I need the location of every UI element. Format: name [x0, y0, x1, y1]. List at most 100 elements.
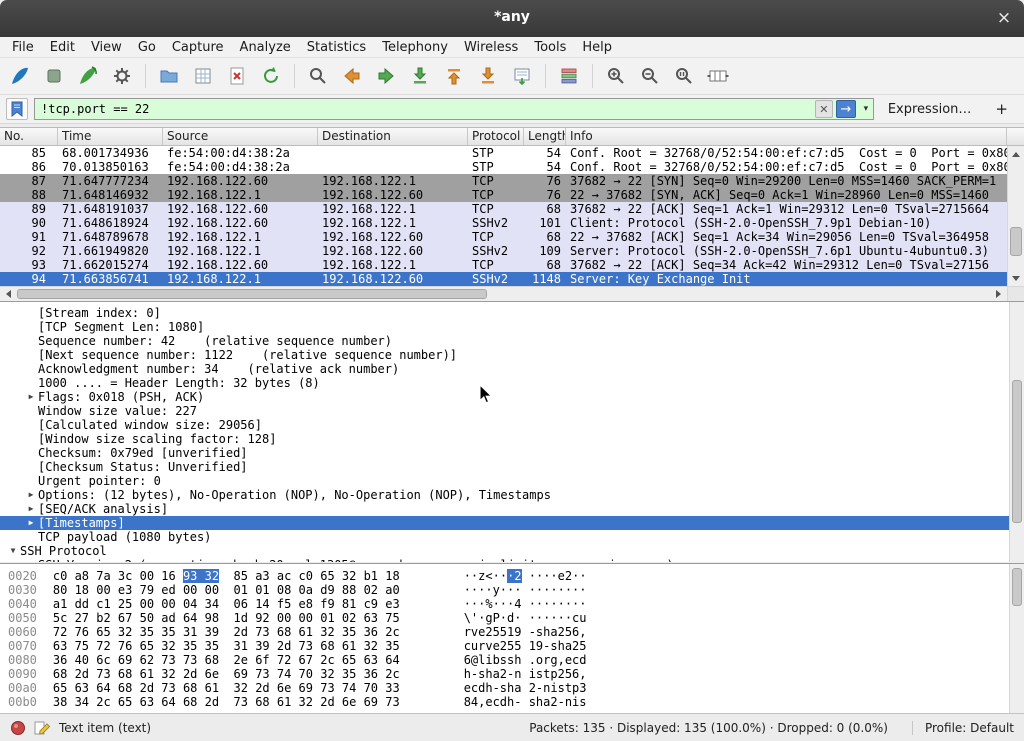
hex-row-00a0[interactable]: 00a065 63 64 68 2d 73 68 61 32 2d 6e 69 …: [8, 681, 1024, 695]
hex-ascii[interactable]: 6@libssh .org,ecd: [464, 653, 587, 667]
hex-ascii[interactable]: h-sha2-n istp256,: [464, 667, 587, 681]
zoom-normal-button[interactable]: [668, 61, 700, 91]
detail-line[interactable]: Checksum: 0x79ed [unverified]: [0, 446, 1024, 460]
column-header-length[interactable]: Length: [524, 128, 566, 145]
expression-button[interactable]: Expression…: [880, 102, 980, 117]
packet-row-89[interactable]: 8971.648191037192.168.122.60192.168.122.…: [0, 202, 1007, 216]
go-forward-button[interactable]: [370, 61, 402, 91]
stop-capture-button[interactable]: [38, 61, 70, 91]
detail-line[interactable]: ▶[SEQ/ACK analysis]: [0, 502, 1024, 516]
expert-info-icon[interactable]: [10, 720, 26, 736]
capture-comment-icon[interactable]: [34, 720, 51, 736]
packet-row-90[interactable]: 9071.648618924192.168.122.60192.168.122.…: [0, 216, 1007, 230]
scroll-right-icon[interactable]: [992, 287, 1007, 302]
column-header-protocol[interactable]: Protocol: [468, 128, 524, 145]
detail-line[interactable]: ▼SSH Protocol: [0, 544, 1024, 558]
menu-go[interactable]: Go: [130, 38, 164, 57]
packet-row-85[interactable]: 8568.001734936fe:54:00:d4:38:2aSTP54Conf…: [0, 146, 1007, 160]
go-to-first-button[interactable]: [438, 61, 470, 91]
column-header-info[interactable]: Info: [566, 128, 1007, 145]
hscroll-thumb[interactable]: [17, 289, 487, 299]
detail-line[interactable]: Acknowledgment number: 34 (relative ack …: [0, 362, 1024, 376]
hex-row-00b0[interactable]: 00b038 34 2c 65 63 64 68 2d 73 68 61 32 …: [8, 695, 1024, 709]
hex-row-0030[interactable]: 003080 18 00 e3 79 ed 00 00 01 01 08 0a …: [8, 583, 1024, 597]
detail-line[interactable]: [Checksum Status: Unverified]: [0, 460, 1024, 474]
expander-icon[interactable]: ▶: [24, 488, 38, 502]
filter-apply-icon[interactable]: →: [836, 100, 856, 118]
filter-dropdown-icon[interactable]: ▾: [859, 104, 873, 114]
packet-list-hscrollbar[interactable]: [0, 286, 1007, 301]
scroll-left-icon[interactable]: [0, 287, 15, 302]
expander-icon[interactable]: ▼: [6, 544, 20, 558]
column-header-time[interactable]: Time: [58, 128, 163, 145]
hex-row-0040[interactable]: 0040a1 dd c1 25 00 00 04 34 06 14 f5 e8 …: [8, 597, 1024, 611]
zoom-in-button[interactable]: [600, 61, 632, 91]
close-button[interactable]: ×: [992, 7, 1016, 29]
go-back-button[interactable]: [336, 61, 368, 91]
hex-ascii[interactable]: ····y··· ········: [464, 583, 587, 597]
menu-wireless[interactable]: Wireless: [456, 38, 526, 57]
start-capture-button[interactable]: [4, 61, 36, 91]
detail-line[interactable]: TCP payload (1080 bytes): [0, 530, 1024, 544]
filter-input[interactable]: !tcp.port == 22 ✕ → ▾: [34, 98, 874, 120]
hex-ascii[interactable]: ··z<···2 ····e2··: [464, 569, 587, 583]
menu-tools[interactable]: Tools: [526, 38, 574, 57]
detail-line[interactable]: Window size value: 227: [0, 404, 1024, 418]
expander-icon[interactable]: ▶: [24, 516, 38, 530]
hex-ascii[interactable]: 84,ecdh- sha2-nis: [464, 695, 587, 709]
expander-icon[interactable]: ▶: [24, 502, 38, 516]
resize-columns-button[interactable]: [702, 61, 734, 91]
detail-line[interactable]: ▶[Timestamps]: [0, 516, 1024, 530]
packet-row-87[interactable]: 8771.647777234192.168.122.60192.168.122.…: [0, 174, 1007, 188]
restart-capture-button[interactable]: [72, 61, 104, 91]
menu-help[interactable]: Help: [574, 38, 620, 57]
detail-line[interactable]: [Calculated window size: 29056]: [0, 418, 1024, 432]
go-to-last-button[interactable]: [472, 61, 504, 91]
go-to-packet-button[interactable]: [404, 61, 436, 91]
reload-file-button[interactable]: [255, 61, 287, 91]
filter-bookmark-button[interactable]: [6, 98, 28, 120]
packet-row-92[interactable]: 9271.661949820192.168.122.1192.168.122.6…: [0, 244, 1007, 258]
column-header-no[interactable]: No.: [0, 128, 58, 145]
detail-line[interactable]: [Stream index: 0]: [0, 306, 1024, 320]
open-file-button[interactable]: [153, 61, 185, 91]
vscroll-thumb[interactable]: [1010, 227, 1022, 256]
detail-line[interactable]: SSH Version 2 (encryption:chacha20-poly1…: [0, 558, 1024, 562]
hex-bytes[interactable]: 63 75 72 76 65 32 35 35 31 39 2d 73 68 6…: [53, 639, 400, 653]
packet-row-91[interactable]: 9171.648789678192.168.122.1192.168.122.6…: [0, 230, 1007, 244]
expander-icon[interactable]: ▶: [24, 390, 38, 404]
packet-row-88[interactable]: 8871.648146932192.168.122.1192.168.122.6…: [0, 188, 1007, 202]
vscroll-track[interactable]: [1008, 160, 1024, 272]
hex-bytes[interactable]: a1 dd c1 25 00 00 04 34 06 14 f5 e8 f9 8…: [53, 597, 400, 611]
packet-row-93[interactable]: 9371.662015274192.168.122.60192.168.122.…: [0, 258, 1007, 272]
hscroll-track[interactable]: [15, 287, 992, 301]
hex-ascii[interactable]: \'·gP·d· ······cu: [464, 611, 587, 625]
packet-list-vscrollbar[interactable]: [1007, 146, 1024, 286]
detail-line[interactable]: Sequence number: 42 (relative sequence n…: [0, 334, 1024, 348]
hex-bytes[interactable]: 68 2d 73 68 61 32 2d 6e 69 73 74 70 32 3…: [53, 667, 400, 681]
hex-bytes[interactable]: 38 34 2c 65 63 64 68 2d 73 68 61 32 2d 6…: [53, 695, 400, 709]
hex-row-0090[interactable]: 009068 2d 73 68 61 32 2d 6e 69 73 74 70 …: [8, 667, 1024, 681]
hex-ascii[interactable]: curve255 19-sha25: [464, 639, 587, 653]
menu-analyze[interactable]: Analyze: [232, 38, 299, 57]
hex-bytes[interactable]: 72 76 65 32 35 35 31 39 2d 73 68 61 32 3…: [53, 625, 400, 639]
column-header-source[interactable]: Source: [163, 128, 318, 145]
menu-view[interactable]: View: [83, 38, 130, 57]
auto-scroll-button[interactable]: [506, 61, 538, 91]
hex-ascii[interactable]: rve25519 -sha256,: [464, 625, 587, 639]
hex-vscroll-thumb[interactable]: [1012, 568, 1022, 605]
hex-vscrollbar[interactable]: [1009, 564, 1024, 713]
menu-edit[interactable]: Edit: [42, 38, 83, 57]
hex-row-0020[interactable]: 0020c0 a8 7a 3c 00 16 93 32 85 a3 ac c0 …: [8, 569, 1024, 583]
profile-status[interactable]: Profile: Default: [912, 721, 1014, 735]
packet-row-94[interactable]: 9471.663856741192.168.122.1192.168.122.6…: [0, 272, 1007, 286]
hex-row-0060[interactable]: 006072 76 65 32 35 35 31 39 2d 73 68 61 …: [8, 625, 1024, 639]
details-vscroll-thumb[interactable]: [1012, 380, 1022, 523]
titlebar[interactable]: *any ×: [0, 0, 1024, 37]
filter-clear-icon[interactable]: ✕: [815, 100, 833, 118]
capture-options-button[interactable]: [106, 61, 138, 91]
hex-bytes[interactable]: c0 a8 7a 3c 00 16 93 32 85 a3 ac c0 65 3…: [53, 569, 400, 583]
menu-statistics[interactable]: Statistics: [299, 38, 374, 57]
hex-row-0080[interactable]: 008036 40 6c 69 62 73 73 68 2e 6f 72 67 …: [8, 653, 1024, 667]
hex-row-0070[interactable]: 007063 75 72 76 65 32 35 35 31 39 2d 73 …: [8, 639, 1024, 653]
